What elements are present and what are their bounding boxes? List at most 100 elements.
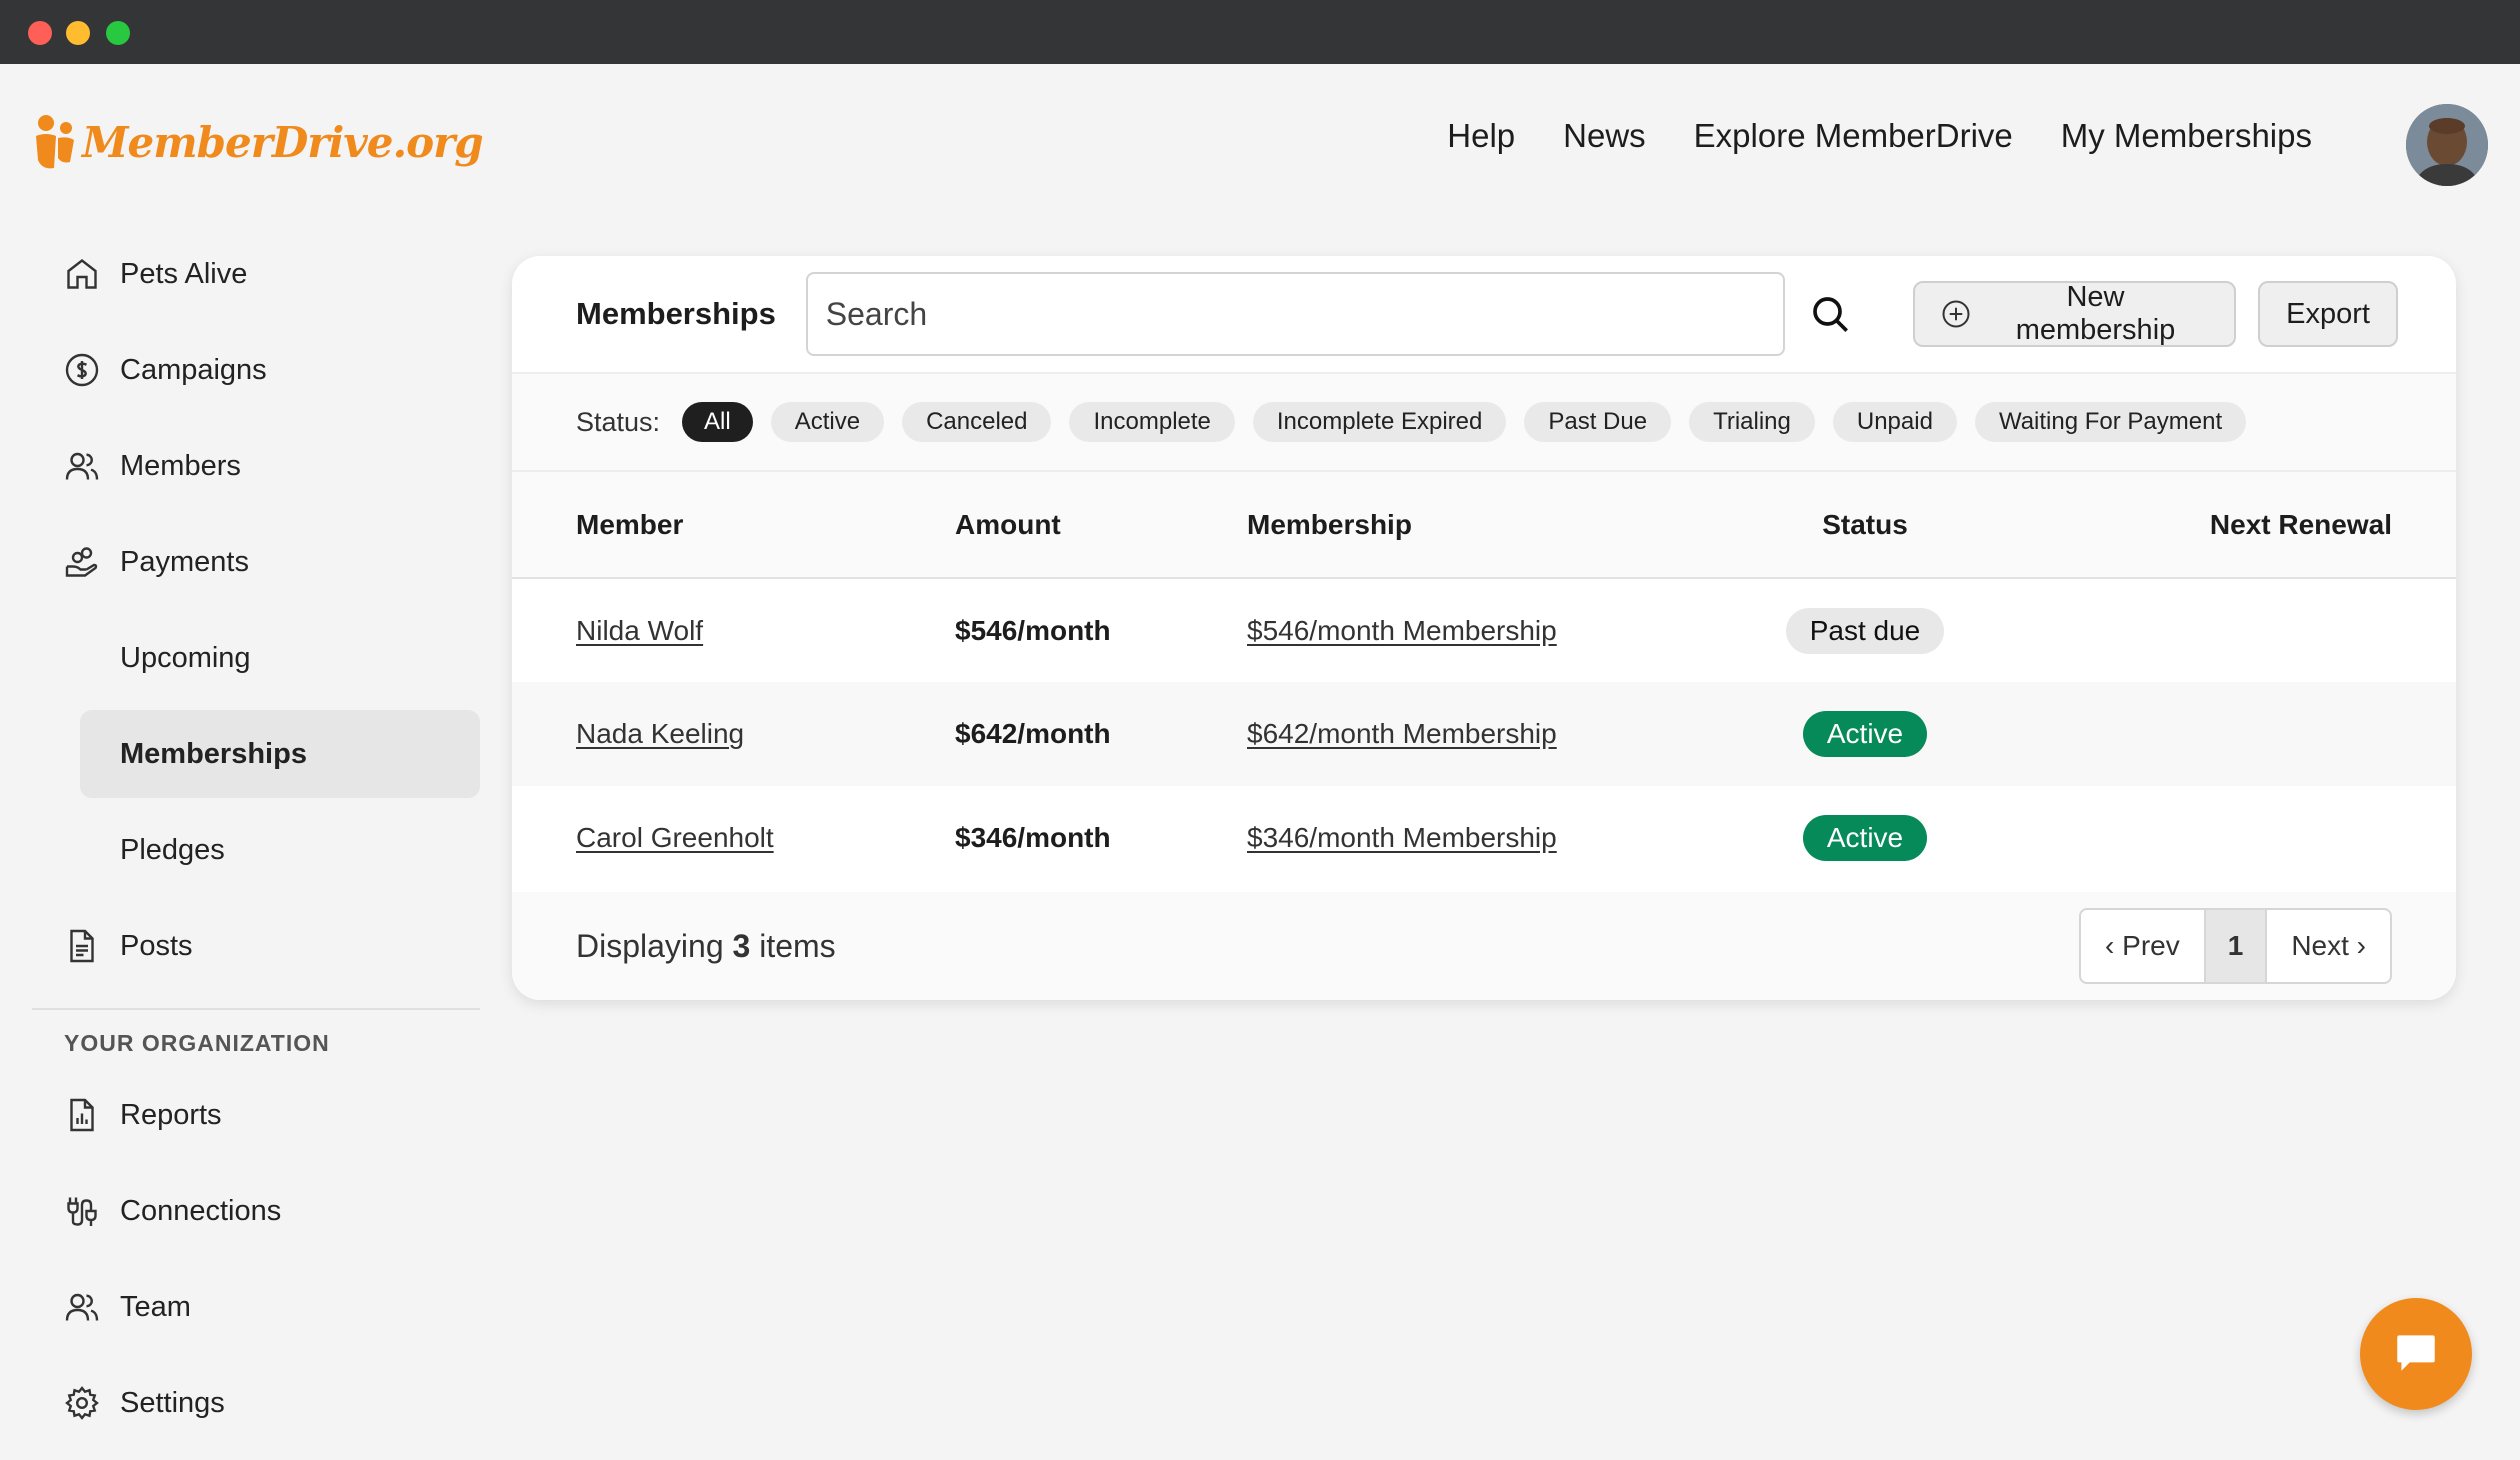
filter-chip-all[interactable]: All [682,402,753,442]
sidebar-item-label: Memberships [120,737,307,770]
chat-launcher-button[interactable] [2360,1298,2472,1410]
amount-cell: $346/month [955,822,1111,853]
nav-help[interactable]: Help [1447,117,1515,155]
items-count-text: Displaying 3 items [576,928,836,965]
page-1-button[interactable]: 1 [2203,910,2268,982]
chat-bubble-icon [2391,1327,2441,1382]
sidebar-item-settings[interactable]: Settings [32,1359,480,1447]
filter-chip-trialing[interactable]: Trialing [1689,402,1815,442]
plug-icon [62,1191,102,1231]
filter-chip-waiting-for-payment[interactable]: Waiting For Payment [1974,402,2247,442]
next-renewal-cell [1965,578,2456,682]
items-count-prefix: Displaying [576,927,724,964]
dollar-circle-icon [62,350,102,390]
sidebar-item-pets-alive[interactable]: Pets Alive [32,230,480,318]
nav-my-memberships[interactable]: My Memberships [2061,117,2312,155]
sidebar-item-label: Team [120,1290,191,1323]
sidebar-item-campaigns[interactable]: Campaigns [32,326,480,414]
maximize-window-button[interactable] [106,21,130,45]
column-header-next-renewal[interactable]: Next Renewal [1965,472,2456,578]
filter-chip-canceled[interactable]: Canceled [902,402,1052,442]
membership-link[interactable]: $642/month Membership [1247,718,1557,749]
sidebar-item-payments[interactable]: Payments [32,518,480,606]
pagination: ‹ Prev 1 Next › [2079,908,2392,984]
sidebar-item-posts[interactable]: Posts [32,902,480,990]
items-count-value: 3 [732,927,751,964]
new-membership-label: New membership [2015,281,2176,346]
status-badge: Active [1802,711,1928,757]
filter-chip-incomplete-expired[interactable]: Incomplete Expired [1252,402,1507,442]
report-icon [62,1095,102,1135]
sidebar-item-members[interactable]: Members [32,422,480,510]
hand-coins-icon [62,542,102,582]
next-renewal-cell [1965,786,2456,890]
memberships-card: Memberships New membership Export Status… [512,256,2456,1000]
users-icon [62,1287,102,1327]
status-filter-bar: Status: All Active Canceled Incomplete I… [512,374,2456,472]
new-membership-button[interactable]: New membership [1912,281,2237,347]
nav-news[interactable]: News [1563,117,1646,155]
users-icon [62,446,102,486]
top-navigation: Help News Explore MemberDrive My Members… [1447,110,2312,162]
sidebar-item-reports[interactable]: Reports [32,1071,480,1159]
table-row: Nilda Wolf $546/month $546/month Members… [512,578,2456,682]
sidebar-item-label: Posts [120,929,193,962]
sidebar-item-label: Upcoming [120,641,251,674]
sidebar-item-label: Pledges [120,833,225,866]
filter-chip-unpaid[interactable]: Unpaid [1832,402,1957,442]
document-icon [62,926,102,966]
column-header-amount[interactable]: Amount [955,472,1247,578]
filter-chip-active[interactable]: Active [770,402,885,442]
card-header: Memberships New membership Export [512,256,2456,374]
sidebar-item-memberships[interactable]: Memberships [80,710,480,798]
sidebar: Pets Alive Campaigns Members Payments Up… [32,230,480,1455]
next-page-button[interactable]: Next › [2267,910,2390,982]
membership-link[interactable]: $346/month Membership [1247,822,1557,853]
column-header-status[interactable]: Status [1765,472,1965,578]
logo-icon [32,114,78,170]
prev-page-button[interactable]: ‹ Prev [2081,910,2204,982]
user-avatar[interactable] [2406,104,2488,186]
organization-heading: YOUR ORGANIZATION [64,1030,330,1056]
window-titlebar [0,0,2520,64]
status-filter-label: Status: [576,406,661,437]
sidebar-item-pledges[interactable]: Pledges [32,806,480,894]
search-input[interactable] [805,272,1785,356]
logo-text: MemberDrive.org [82,117,484,167]
plus-circle-icon [1941,299,1971,329]
sidebar-item-team[interactable]: Team [32,1263,480,1351]
sidebar-item-connections[interactable]: Connections [32,1167,480,1255]
sidebar-item-label: Pets Alive [120,257,248,290]
table-row: Carol Greenholt $346/month $346/month Me… [512,786,2456,890]
member-link[interactable]: Carol Greenholt [576,822,774,853]
filter-chip-past-due[interactable]: Past Due [1524,402,1672,442]
table-row: Nada Keeling $642/month $642/month Membe… [512,682,2456,786]
items-count-suffix: items [759,927,836,964]
column-header-membership[interactable]: Membership [1247,472,1765,578]
card-footer: Displaying 3 items ‹ Prev 1 Next › [512,892,2456,1000]
sidebar-item-label: Members [120,449,241,482]
member-link[interactable]: Nilda Wolf [576,615,703,646]
column-header-member[interactable]: Member [512,472,955,578]
sidebar-item-upcoming[interactable]: Upcoming [32,614,480,702]
member-link[interactable]: Nada Keeling [576,718,744,749]
membership-link[interactable]: $546/month Membership [1247,615,1557,646]
filter-chip-incomplete[interactable]: Incomplete [1069,402,1235,442]
amount-cell: $642/month [955,718,1111,749]
sidebar-item-label: Settings [120,1386,225,1419]
memberships-table: Member Amount Membership Status Next Ren… [512,472,2456,890]
minimize-window-button[interactable] [66,21,90,45]
search-icon[interactable] [1805,289,1855,339]
nav-explore[interactable]: Explore MemberDrive [1694,117,2013,155]
sidebar-item-label: Connections [120,1194,282,1227]
table-header-row: Member Amount Membership Status Next Ren… [512,472,2456,578]
memberdrive-logo[interactable]: MemberDrive.org [32,112,484,172]
amount-cell: $546/month [955,614,1111,646]
sidebar-item-label: Reports [120,1098,222,1131]
home-icon [62,254,102,294]
close-window-button[interactable] [28,21,52,45]
sidebar-item-label: Payments [120,545,249,578]
gear-icon [62,1383,102,1423]
export-button[interactable]: Export [2258,281,2398,347]
status-badge: Past due [1785,607,1945,654]
